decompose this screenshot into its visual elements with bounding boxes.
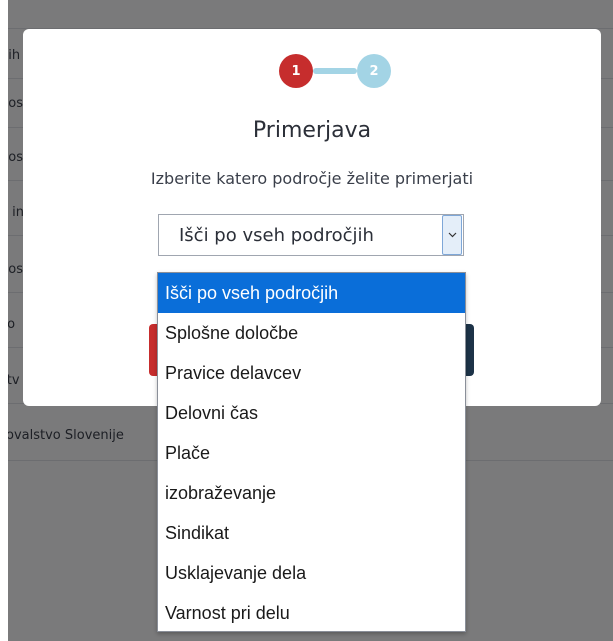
dropdown-option[interactable]: Splošne določbe: [158, 313, 465, 353]
dropdown-option[interactable]: izobraževanje: [158, 473, 465, 513]
stepper-connector: [313, 68, 357, 74]
dropdown-option[interactable]: Sindikat: [158, 513, 465, 553]
dropdown-option[interactable]: Usklajevanje dela: [158, 553, 465, 593]
area-select[interactable]: Išči po vseh področjih: [158, 214, 464, 256]
dropdown-option[interactable]: Išči po vseh področjih: [158, 273, 465, 313]
area-select-dropdown: Išči po vseh področjih Splošne določbe P…: [157, 272, 466, 632]
page-edge: [0, 0, 8, 641]
stepper: 1 2: [279, 54, 391, 88]
area-select-value: Išči po vseh področjih: [179, 224, 374, 246]
dropdown-option[interactable]: Delovni čas: [158, 393, 465, 433]
dropdown-option[interactable]: Varnost pri delu: [158, 593, 465, 633]
step-2-indicator: 2: [357, 54, 391, 88]
dropdown-option[interactable]: Pravice delavcev: [158, 353, 465, 393]
step-1-indicator: 1: [279, 54, 313, 88]
modal-subtitle: Izberite katero področje želite primerja…: [150, 169, 474, 188]
chevron-down-icon[interactable]: [442, 215, 462, 255]
modal-title: Primerjava: [252, 118, 372, 143]
dropdown-option[interactable]: Plače: [158, 433, 465, 473]
